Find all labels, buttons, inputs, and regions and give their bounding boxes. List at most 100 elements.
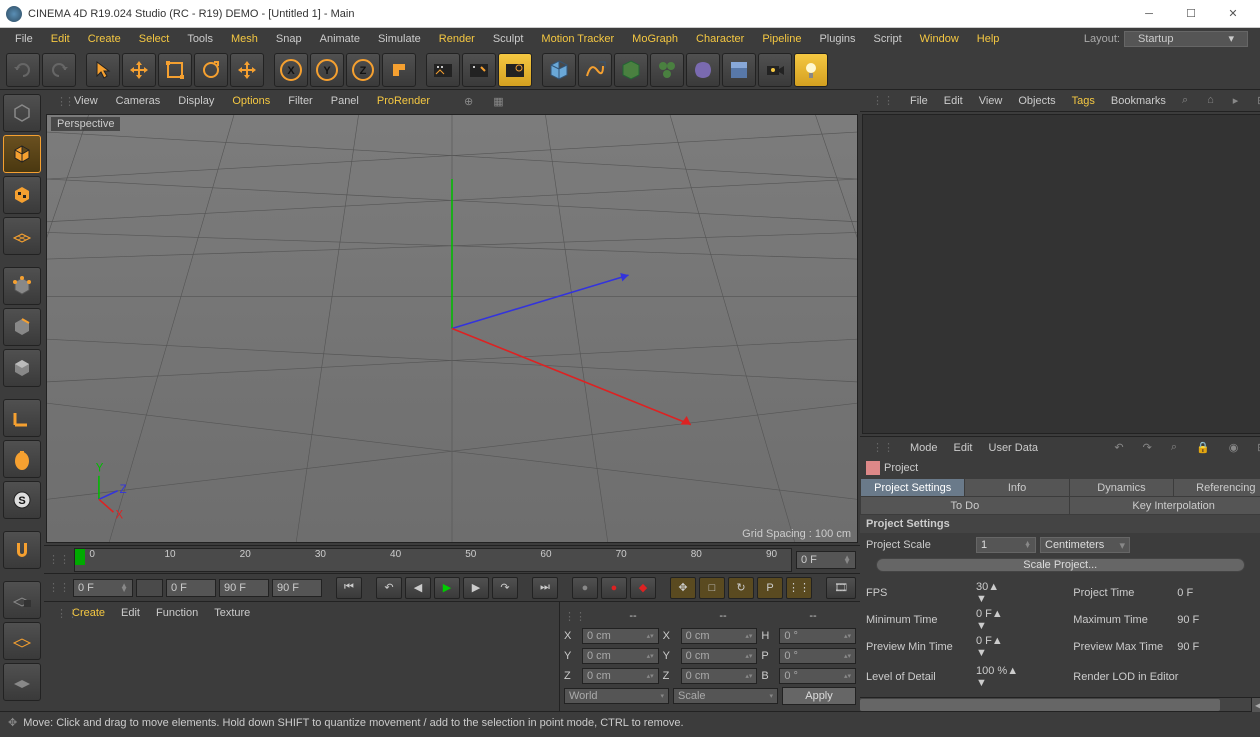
new-icon[interactable]: ◉ [1221, 441, 1247, 454]
range-in-field[interactable]: 0 F [166, 579, 216, 597]
project-scale-field[interactable]: 1▲▼ [976, 537, 1036, 553]
menu-character[interactable]: Character [687, 28, 753, 50]
home-icon[interactable]: ⌂ [1199, 94, 1222, 107]
tab-dynamics[interactable]: Dynamics [1070, 479, 1173, 496]
vmenu-display[interactable]: Display [170, 95, 222, 107]
render-view-button[interactable] [426, 53, 460, 87]
menu-script[interactable]: Script [865, 28, 911, 50]
omenu-file[interactable]: File [902, 95, 936, 107]
autokey-button[interactable]: ● [601, 577, 627, 599]
expand-icon[interactable]: ⊞ [1249, 94, 1260, 107]
menu-pipeline[interactable]: Pipeline [753, 28, 810, 50]
close-button[interactable]: ✕ [1212, 0, 1254, 28]
menu-sculpt[interactable]: Sculpt [484, 28, 533, 50]
min-time-field[interactable]: 0 F▲▼ [976, 608, 1003, 632]
menu-simulate[interactable]: Simulate [369, 28, 430, 50]
tab-referencing[interactable]: Referencing [1174, 479, 1260, 496]
model-mode-button[interactable] [3, 135, 41, 173]
mmenu-edit[interactable]: Edit [113, 607, 148, 619]
light-button[interactable] [794, 53, 828, 87]
menu-select[interactable]: Select [130, 28, 179, 50]
render-settings-button[interactable] [498, 53, 532, 87]
search-icon[interactable]: ⌕ [1163, 441, 1185, 454]
menu-file[interactable]: File [6, 28, 42, 50]
keyframe-sel-button[interactable]: ◆ [630, 577, 656, 599]
vmenu-view[interactable]: View [66, 95, 106, 107]
menu-help[interactable]: Help [968, 28, 1009, 50]
menu-mesh[interactable]: Mesh [222, 28, 267, 50]
forward-icon[interactable]: ↷ [1135, 441, 1160, 454]
flag-icon[interactable]: ▸ [1225, 94, 1247, 107]
next-frame-button[interactable]: ▶ [463, 577, 489, 599]
menu-window[interactable]: Window [911, 28, 968, 50]
viewport-solo-button[interactable] [3, 440, 41, 478]
pos-key-button[interactable]: ✥ [670, 577, 696, 599]
omenu-bookmarks[interactable]: Bookmarks [1103, 95, 1174, 107]
animation-layer-button[interactable]: 🎞 [826, 577, 856, 599]
rotate-tool[interactable] [194, 53, 228, 87]
search-icon[interactable]: ⌕ [1174, 94, 1196, 107]
polygons-mode-button[interactable] [3, 349, 41, 387]
range-out-field[interactable]: 90 F [219, 579, 269, 597]
magnet-button[interactable] [3, 531, 41, 569]
axis-button[interactable] [3, 399, 41, 437]
minimize-button[interactable]: ─ [1128, 0, 1170, 28]
range-start-field[interactable]: 0 F▲▼ [73, 579, 133, 597]
omenu-tags[interactable]: Tags [1064, 95, 1103, 107]
texture-mode-button[interactable] [3, 176, 41, 214]
vmenu-cameras[interactable]: Cameras [108, 95, 169, 107]
scale-key-button[interactable]: □ [699, 577, 725, 599]
prev-min-field[interactable]: 0 F▲▼ [976, 635, 1003, 659]
tab-key-interpolation[interactable]: Key Interpolation [1070, 497, 1260, 514]
move-tool[interactable] [122, 53, 156, 87]
project-scale-unit[interactable]: Centimeters▾ [1040, 537, 1130, 553]
max-time-field[interactable]: 90 F [1177, 614, 1217, 626]
tab-to-do[interactable]: To Do [861, 497, 1069, 514]
record-button[interactable]: ● [572, 577, 598, 599]
generator-button[interactable] [650, 53, 684, 87]
viewport-config-icon[interactable]: ⊕ [456, 95, 481, 108]
undo-button[interactable] [6, 53, 40, 87]
tab-project-settings[interactable]: Project Settings [861, 479, 964, 496]
camera-button[interactable] [758, 53, 792, 87]
apply-button[interactable]: Apply [782, 687, 856, 705]
locked-workplane-button[interactable] [3, 581, 41, 619]
render-region-button[interactable] [462, 53, 496, 87]
z-axis-button[interactable]: Z [346, 53, 380, 87]
param-key-button[interactable]: P [757, 577, 783, 599]
rot-key-button[interactable]: ↻ [728, 577, 754, 599]
redo-button[interactable] [42, 53, 76, 87]
scale-dropdown[interactable]: Scale▾ [673, 688, 778, 704]
lod-field[interactable]: 100 %▲▼ [976, 665, 1018, 689]
menu-tools[interactable]: Tools [178, 28, 222, 50]
prev-key-button[interactable]: ↶ [376, 577, 402, 599]
viewport-layout-icon[interactable]: ▦ [485, 95, 511, 108]
amenu-mode[interactable]: Mode [902, 442, 946, 454]
prev-max-field[interactable]: 90 F [1177, 641, 1217, 653]
maximize-button[interactable]: ☐ [1170, 0, 1212, 28]
menu-mograph[interactable]: MoGraph [623, 28, 687, 50]
menu-motion-tracker[interactable]: Motion Tracker [532, 28, 623, 50]
goto-start-button[interactable]: ⏮ [336, 577, 362, 599]
vmenu-options[interactable]: Options [224, 95, 278, 107]
menu-animate[interactable]: Animate [311, 28, 369, 50]
workplane-mode-button[interactable] [3, 663, 41, 701]
nurbs-button[interactable] [614, 53, 648, 87]
lock-icon[interactable]: 🔒 [1188, 441, 1218, 454]
edges-mode-button[interactable] [3, 308, 41, 346]
menu-snap[interactable]: Snap [267, 28, 311, 50]
points-mode-button[interactable] [3, 267, 41, 305]
mmenu-create[interactable]: Create [64, 607, 113, 619]
cube-primitive-button[interactable] [542, 53, 576, 87]
planar-workplane-button[interactable] [3, 622, 41, 660]
environment-button[interactable] [722, 53, 756, 87]
prev-frame-button[interactable]: ◀ [405, 577, 431, 599]
fps-field[interactable]: 30▲▼ [976, 581, 999, 605]
workplane-button[interactable] [3, 217, 41, 255]
live-select-tool[interactable] [230, 53, 264, 87]
play-button[interactable]: ▶ [434, 577, 460, 599]
tab-info[interactable]: Info [965, 479, 1068, 496]
range-end-field[interactable]: 90 F [272, 579, 322, 597]
vmenu-panel[interactable]: Panel [323, 95, 367, 107]
omenu-objects[interactable]: Objects [1010, 95, 1063, 107]
